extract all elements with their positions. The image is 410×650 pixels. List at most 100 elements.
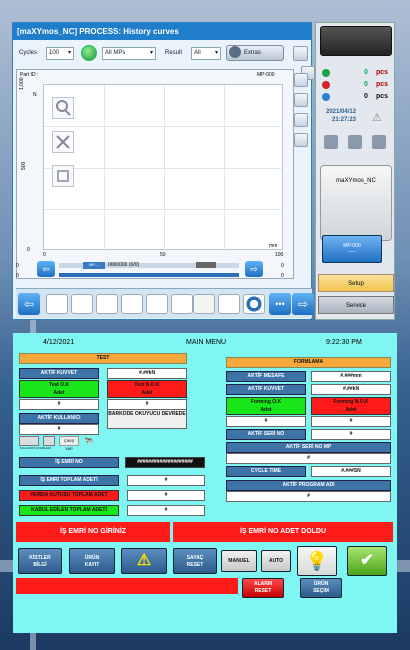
nok-count: 0 xyxy=(364,81,368,88)
chevron-down-icon: ▾ xyxy=(214,50,218,56)
hurda-value: # xyxy=(127,490,205,501)
user-icon[interactable] xyxy=(43,436,55,446)
kabul-value: # xyxy=(127,505,205,516)
database-icon[interactable] xyxy=(324,135,338,149)
ok-unit: pcs xyxy=(376,69,389,76)
hmi-time: 9:22:30 PM xyxy=(326,339,362,346)
device-name: maXYmos_NC xyxy=(336,178,376,184)
forming-nok-label: Forming N.O.K Adet xyxy=(311,397,391,415)
device-card[interactable]: maXYmos_NC xyxy=(320,165,392,241)
lamp-icon[interactable]: 💡 xyxy=(297,546,337,576)
refresh-icon[interactable] xyxy=(81,45,97,61)
urun-secim-button[interactable]: ÜRÜN SEÇİM xyxy=(300,578,342,598)
y-tick: 1,000 xyxy=(19,77,25,90)
f-aktif-kuvvet-label: AKTİF KUVVET xyxy=(226,384,306,395)
extras-button[interactable]: Extras xyxy=(226,45,284,61)
edit-icon[interactable] xyxy=(372,135,386,149)
y-tick: 500 xyxy=(21,161,27,170)
nav-slot[interactable] xyxy=(146,294,168,314)
is-emri-no-value[interactable]: #################### xyxy=(125,457,205,468)
nav-slot[interactable] xyxy=(121,294,143,314)
chevron-down-icon: ▾ xyxy=(149,50,153,56)
extras-icon xyxy=(229,46,241,59)
plot-tool-icon[interactable] xyxy=(294,93,308,107)
aktif-kullanici-value: # xyxy=(19,424,99,435)
mp-card[interactable]: MP-000 ----- xyxy=(322,235,382,263)
reset-view-icon[interactable] xyxy=(52,165,74,187)
zoom-icon[interactable] xyxy=(52,97,74,119)
total-unit: pcs xyxy=(376,93,389,100)
nav-slot[interactable] xyxy=(171,294,193,314)
chart-icon[interactable] xyxy=(193,294,215,314)
slider-prev-button[interactable]: ⇦ xyxy=(37,261,55,277)
slider-bar[interactable] xyxy=(59,273,239,277)
nav-slot[interactable] xyxy=(96,294,118,314)
hmi-menu-title: MAIN MENU xyxy=(186,339,227,346)
aktif-seri-no-mp-label: AKTİF SERİ NO MP xyxy=(226,442,391,453)
aktif-seri-no-mp-value: # xyxy=(226,453,391,464)
user-settings-icon[interactable] xyxy=(19,436,39,446)
next-page-button[interactable]: ⇨ xyxy=(292,293,314,315)
logout-icon[interactable]: 🐄 xyxy=(83,436,95,446)
tools-icon[interactable] xyxy=(52,131,74,153)
mps-select[interactable]: All MPs ▾ xyxy=(102,47,156,60)
result-value: All xyxy=(194,50,201,56)
kistler-bilgi-button[interactable]: KİSTLER BİLGİ xyxy=(18,548,62,574)
y-unit: N xyxy=(33,92,37,98)
test-ok-label: Test O.K Adet xyxy=(19,380,99,398)
network-icon[interactable] xyxy=(348,135,362,149)
aktif-mesafe-value: #.###mm xyxy=(311,371,391,382)
setup-button[interactable]: Setup xyxy=(318,274,394,292)
nav-slot[interactable] xyxy=(46,294,68,314)
plot-tool-icon[interactable] xyxy=(294,113,308,127)
target-icon[interactable] xyxy=(243,294,265,314)
warning-icon[interactable]: ⚠ xyxy=(372,111,382,124)
cikis-button[interactable]: ÇIKIŞ YAP xyxy=(59,436,79,451)
kabul-label: KABUL EDİLEN TOPLAM ADETİ xyxy=(19,505,119,516)
slider-left-top: 0 xyxy=(16,263,19,269)
extras-label: Extras xyxy=(244,50,262,56)
nok-status-icon xyxy=(322,81,330,89)
hmi-date: 4/12/2021 xyxy=(43,339,75,346)
slider-right-bottom: 0 xyxy=(281,273,284,279)
x-tick: 100 xyxy=(275,252,284,258)
nav-slot[interactable] xyxy=(71,294,93,314)
nav-slot[interactable] xyxy=(218,294,240,314)
alarm-reset-button[interactable]: ALARM RESET xyxy=(242,578,284,598)
warning-icon[interactable]: ⚠ xyxy=(121,548,167,574)
hurda-label: HURDA KUTUSU TOPLAM ADET xyxy=(19,490,119,501)
prev-page-button[interactable]: ⇦ xyxy=(18,293,40,315)
is-emri-no-label: İŞ EMRİ NO xyxy=(19,457,119,468)
x-unit: mm xyxy=(269,243,278,249)
panel-icon[interactable] xyxy=(293,46,308,61)
service-button[interactable]: Service xyxy=(318,296,394,314)
slider-next-button[interactable]: ⇨ xyxy=(245,261,263,277)
slider-mp-tag[interactable]: MP--- xyxy=(83,262,105,269)
barkode-status: BARKODE OKUYUCU DEVREDE xyxy=(107,409,187,429)
forming-ok-value: # xyxy=(226,416,306,427)
aktif-seri-no-label: AKTİF SERİ NO xyxy=(226,429,306,440)
total-status-icon xyxy=(322,93,330,101)
result-select[interactable]: All ▾ xyxy=(191,47,221,60)
cycles-select[interactable]: 100 ▾ xyxy=(46,47,74,60)
aktif-kuvvet-label: AKTİF KUVVET xyxy=(19,368,99,379)
confirm-check-icon[interactable]: ✔ xyxy=(347,546,387,576)
is-emri-toplam-label: İŞ EMRİ TOPLAM ADETİ xyxy=(19,475,119,486)
auto-button[interactable]: AUTO xyxy=(261,550,291,572)
urun-kayit-button[interactable]: ÜRÜN KAYIT xyxy=(69,548,115,574)
plot-tool-icon[interactable] xyxy=(294,73,308,87)
y-tick: 0 xyxy=(27,247,30,253)
slider-counter: 0000000 (0/0) xyxy=(108,262,140,268)
kullanici-ayarlari-label: KULLANICI AYARLARI xyxy=(20,446,51,450)
slider-left-bottom: 0 xyxy=(16,273,19,279)
more-icon[interactable]: ••• xyxy=(269,293,291,315)
f-aktif-kuvvet-value: #.##kN xyxy=(311,384,391,395)
plot-tool-icon[interactable] xyxy=(294,133,308,147)
sayac-reset-button[interactable]: SAYAÇ RESET xyxy=(173,548,217,574)
plot-panel: Part ID : MP-000 N 1,000 500 0 mm 0 50 1… xyxy=(16,66,315,279)
ok-count: 0 xyxy=(364,69,368,76)
is-emri-toplam-value: # xyxy=(127,475,205,486)
aktif-mesafe-label: AKTİF MESAFE xyxy=(226,371,306,382)
manuel-button[interactable]: MANUEL xyxy=(221,550,257,572)
plot-area[interactable] xyxy=(43,84,284,251)
